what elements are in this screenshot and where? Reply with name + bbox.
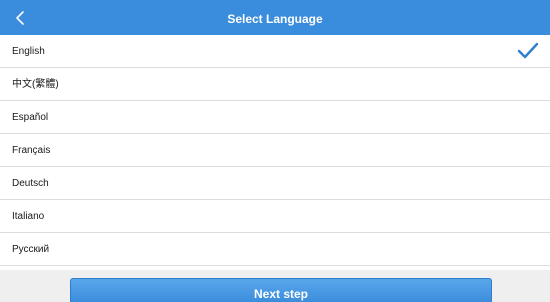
language-label: Español — [12, 112, 49, 123]
language-list: English 中文(繁體) Español Français Deutsch … — [0, 35, 550, 266]
language-label: Italiano — [12, 211, 45, 222]
language-item-english[interactable]: English — [0, 35, 550, 68]
language-label: English — [12, 46, 45, 57]
language-item-russian[interactable]: Русский — [0, 233, 550, 266]
language-label: Русский — [12, 244, 50, 255]
language-item-french[interactable]: Français — [0, 134, 550, 167]
language-label: Deutsch — [12, 178, 49, 189]
language-selection-screen: Select Language English 中文(繁體) Español F… — [0, 0, 550, 302]
language-item-italian[interactable]: Italiano — [0, 200, 550, 233]
page-title: Select Language — [227, 12, 323, 26]
checkmark-icon — [517, 42, 539, 59]
language-label: 中文(繁體) — [12, 79, 59, 90]
language-item-spanish[interactable]: Español — [0, 101, 550, 134]
footer-bar: Next step — [0, 270, 550, 302]
language-item-german[interactable]: Deutsch — [0, 167, 550, 200]
language-item-chinese-traditional[interactable]: 中文(繁體) — [0, 68, 550, 101]
next-step-button[interactable]: Next step — [70, 278, 492, 302]
title-bar: Select Language — [0, 0, 550, 35]
language-label: Français — [12, 145, 51, 156]
